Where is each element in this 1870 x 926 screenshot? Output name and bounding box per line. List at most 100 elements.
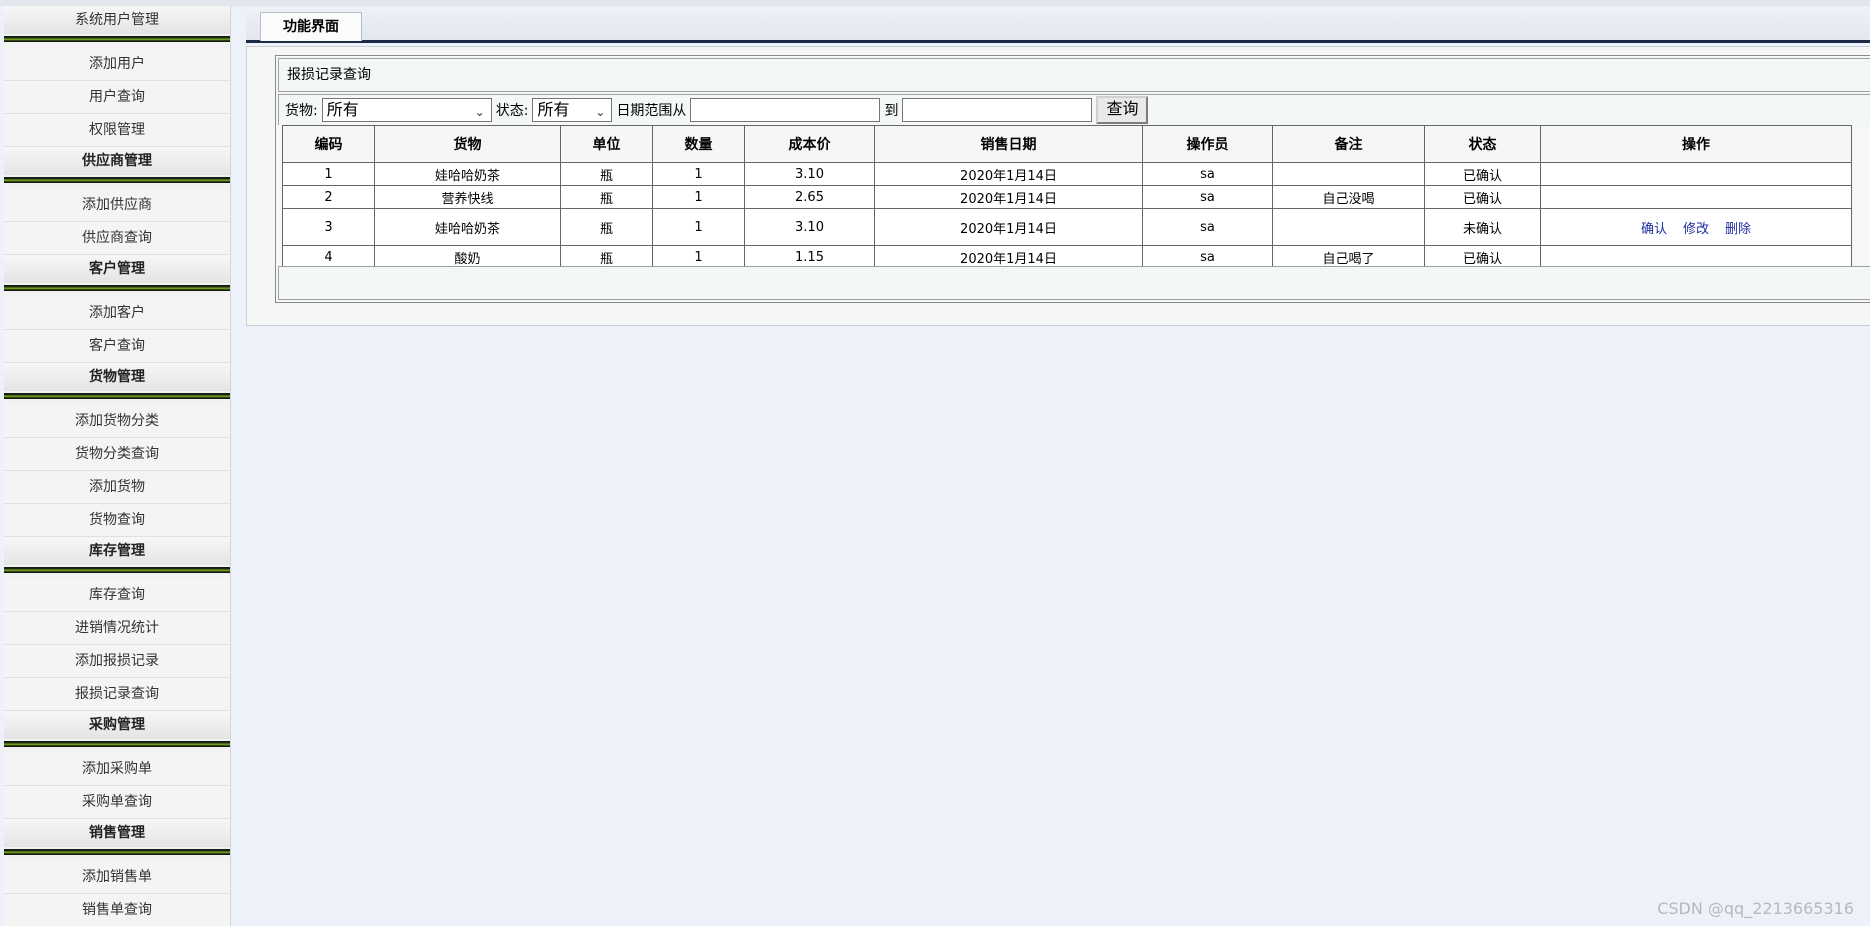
delete-link[interactable]: 删除 (1725, 222, 1751, 237)
sidebar-group-header[interactable]: 销售管理 (4, 819, 230, 847)
sidebar-group-divider (4, 849, 230, 855)
column-header: 备注 (1272, 125, 1425, 163)
table-cell: 已确认 (1424, 185, 1541, 209)
sidebar-group-divider (4, 567, 230, 573)
table-cell (1272, 208, 1425, 246)
table-cell: 3.10 (744, 208, 875, 246)
edit-link[interactable]: 修改 (1683, 222, 1709, 237)
column-header: 销售日期 (874, 125, 1143, 163)
sidebar-group-divider (4, 285, 230, 291)
sidebar-menu-item[interactable]: 添加客户 (4, 297, 230, 330)
sidebar-menu-item[interactable]: 用户查询 (4, 81, 230, 114)
column-header: 成本价 (744, 125, 875, 163)
table-cell: 瓶 (560, 185, 653, 209)
table-cell: sa (1142, 185, 1273, 209)
sidebar-menu-item[interactable]: 添加用户 (4, 48, 230, 81)
status-label: 状态: (495, 103, 529, 119)
column-header: 编码 (282, 125, 375, 163)
table-row: 3 娃哈哈奶茶瓶 1 3.10 2020年1月14日 sa 未确认 确认 修改 删除 (282, 208, 1852, 246)
filter-bar: 货物: 所有 ⌄ 状态: 所有 ⌄ 日期范围从 到 查询 (278, 94, 1870, 125)
table-cell (1272, 162, 1425, 186)
table-cell: 2020年1月14日 (874, 208, 1143, 246)
actions-cell (1540, 162, 1852, 186)
sidebar-menu-item[interactable]: 报损记录查询 (4, 678, 230, 711)
sidebar-menu-item[interactable]: 货物查询 (4, 504, 230, 537)
sidebar-menu-item[interactable]: 客户查询 (4, 330, 230, 363)
date-to-label: 到 (884, 103, 899, 119)
sidebar-group-header[interactable]: 系统用户管理 (4, 6, 230, 34)
actions-cell: 确认 修改 删除 (1540, 208, 1852, 246)
chevron-down-icon: ⌄ (474, 105, 485, 119)
sidebar-menu-item[interactable]: 添加销售单 (4, 861, 230, 894)
table-cell: 娃哈哈奶茶 (374, 162, 561, 186)
table-cell: 1 (282, 162, 375, 186)
table-cell: 2.65 (744, 185, 875, 209)
sidebar-group-divider (4, 36, 230, 42)
table-cell: 1 (652, 208, 745, 246)
table-cell: 1 (652, 185, 745, 209)
sidebar-group-header[interactable]: 库存管理 (4, 537, 230, 565)
sidebar-menu-item[interactable]: 库存查询 (4, 579, 230, 612)
sidebar-menu-item[interactable]: 权限管理 (4, 114, 230, 147)
table-cell: sa (1142, 162, 1273, 186)
column-header: 数量 (652, 125, 745, 163)
table-cell: 瓶 (560, 208, 653, 246)
table-cell: 娃哈哈奶茶 (374, 208, 561, 246)
table-cell: 2020年1月14日 (874, 162, 1143, 186)
table-cell: 自己没喝 (1272, 185, 1425, 209)
table-header-row: 编码 货物 单位 数量 成本价 销售日期 操作员 备注 状态 操作 (282, 125, 1852, 163)
column-header: 操作 (1540, 125, 1852, 163)
sidebar-menu-item[interactable]: 进销情况统计 (4, 612, 230, 645)
query-button[interactable]: 查询 (1096, 96, 1149, 124)
table-cell: 2 (282, 185, 375, 209)
main-panel: 报损记录查询 货物: 所有 ⌄ 状态: 所有 ⌄ 日期范围从 到 查询 编码 货… (246, 46, 1870, 326)
sidebar-group-divider (4, 177, 230, 183)
goods-select[interactable]: 所有 ⌄ (321, 98, 492, 122)
table-cell: sa (1142, 208, 1273, 246)
table-cell: 营养快线 (374, 185, 561, 209)
table-row: 2 营养快线瓶 1 2.65 2020年1月14日 sa 自己没喝 已确认 (282, 185, 1852, 209)
date-range-label: 日期范围从 (616, 103, 687, 119)
sidebar-menu-item[interactable]: 销售单查询 (4, 894, 230, 926)
sidebar-group-header[interactable]: 采购管理 (4, 711, 230, 739)
table-row: 1 娃哈哈奶茶瓶 1 3.10 2020年1月14日 sa 已确认 (282, 162, 1852, 186)
loss-record-table: 编码 货物 单位 数量 成本价 销售日期 操作员 备注 状态 操作 1 娃哈哈奶茶瓶 1 3.10 202… (282, 125, 1852, 269)
table-cell: 未确认 (1424, 208, 1541, 246)
sidebar-menu-item[interactable]: 添加货物分类 (4, 405, 230, 438)
sidebar-group-divider (4, 741, 230, 747)
sidebar-menu-item[interactable]: 采购单查询 (4, 786, 230, 819)
table-cell: 3.10 (744, 162, 875, 186)
sidebar-group-header[interactable]: 客户管理 (4, 255, 230, 283)
table-cell: 瓶 (560, 162, 653, 186)
column-header: 货物 (374, 125, 561, 163)
tab-strip: 功能界面 (246, 8, 1870, 43)
date-from-input[interactable] (690, 98, 881, 122)
table-cell: 1 (652, 162, 745, 186)
date-to-input[interactable] (902, 98, 1093, 122)
sidebar-group-divider (4, 393, 230, 399)
chevron-down-icon: ⌄ (595, 105, 606, 119)
sidebar-group-header[interactable]: 货物管理 (4, 363, 230, 391)
query-box: 报损记录查询 货物: 所有 ⌄ 状态: 所有 ⌄ 日期范围从 到 查询 编码 货… (275, 55, 1870, 303)
column-header: 单位 (560, 125, 653, 163)
table-footer (278, 266, 1870, 300)
sidebar-menu-item[interactable]: 添加供应商 (4, 189, 230, 222)
tab-function-interface[interactable]: 功能界面 (260, 12, 362, 41)
confirm-link[interactable]: 确认 (1641, 222, 1667, 237)
status-select-value: 所有 (537, 100, 570, 119)
table-cell: 已确认 (1424, 162, 1541, 186)
table-cell: 3 (282, 208, 375, 246)
sidebar-menu-item[interactable]: 货物分类查询 (4, 438, 230, 471)
status-select[interactable]: 所有 ⌄ (532, 98, 613, 122)
column-header: 状态 (1424, 125, 1541, 163)
sidebar-menu-item[interactable]: 添加报损记录 (4, 645, 230, 678)
sidebar-menu-item[interactable]: 供应商查询 (4, 222, 230, 255)
top-strip (0, 0, 1870, 6)
table-cell: 2020年1月14日 (874, 185, 1143, 209)
actions-cell (1540, 185, 1852, 209)
sidebar-menu-item[interactable]: 添加货物 (4, 471, 230, 504)
sidebar-menu-item[interactable]: 添加采购单 (4, 753, 230, 786)
watermark-text: CSDN @qq_2213665316 (1657, 899, 1854, 918)
goods-select-value: 所有 (326, 100, 359, 119)
sidebar-group-header[interactable]: 供应商管理 (4, 147, 230, 175)
